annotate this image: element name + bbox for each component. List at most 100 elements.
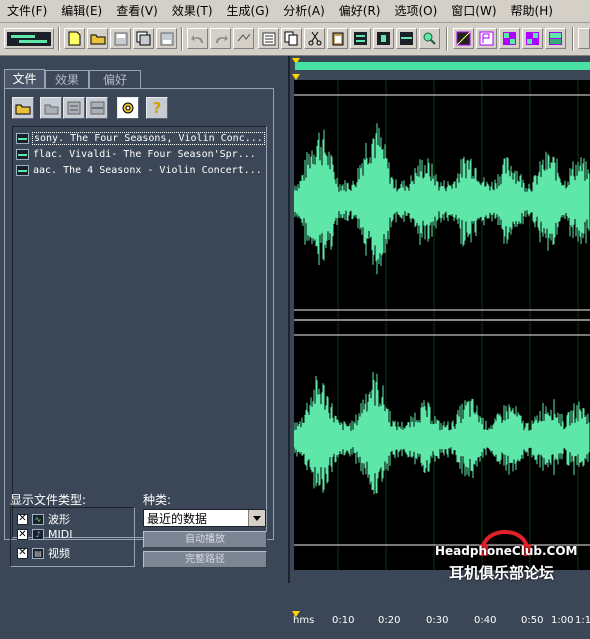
main-toolbar [0,23,590,56]
tab-effects[interactable]: 效果 [45,70,89,88]
import-button[interactable] [40,97,62,119]
marker-icon [479,31,494,46]
menu-window[interactable]: 窗口(W) [444,0,503,22]
mix-paste-button[interactable] [350,28,371,49]
magnify-icon [423,32,436,45]
undo-button[interactable] [187,28,208,49]
file-types-box: ✕ ∿ 波形 ✕ ♪ MIDI ✕ ▤ 视频 [10,507,135,567]
watermark-site: HeadphoneClub.COM [435,544,578,558]
kind-label: 种类: [143,493,172,507]
kind-select-value: 最近的数据 [147,511,208,526]
marker-button[interactable] [476,28,497,49]
silence-button[interactable] [396,28,417,49]
copy-icon [284,31,298,46]
envelope-button[interactable] [453,28,474,49]
filter-midi[interactable]: ✕ ♪ MIDI [17,528,72,541]
waveform-checkbox[interactable]: ✕ [17,513,28,525]
file-name: aac. The 4 Seasonx - Violin Concert... [33,164,262,176]
timeline-tick: 1:10 [575,615,590,626]
video-icon: ▤ [32,547,44,559]
scissors-icon [308,31,321,46]
auto-play-toggle[interactable] [117,97,139,119]
close-file-button[interactable] [63,97,85,119]
repeat-command-button[interactable] [233,28,254,49]
watermark: HeadphoneClub.COM 耳机俱乐部论坛 [435,520,590,583]
full-path-button[interactable]: 完整路径 [143,551,267,568]
file-types-label: 显示文件类型: [10,493,87,507]
organizer-panel: 文件 效果 偏好 ? sony. The Four Seasons, Violi… [0,56,290,583]
overview-bar[interactable] [295,62,590,70]
menu-generate[interactable]: 生成(G) [220,0,277,22]
help-button[interactable]: ? [146,97,168,119]
timeline-tick: 0:50 [521,615,544,626]
waveform-icon [16,132,29,144]
chevron-down-icon[interactable] [248,510,265,526]
timeline-ruler[interactable]: hms 0:10 0:20 0:30 0:40 0:50 1:00 1:10 [291,611,590,639]
import-icon [44,104,58,114]
spectral-view-button[interactable] [545,28,566,49]
redo-button[interactable] [210,28,231,49]
menu-file[interactable]: 文件(F) [0,0,54,22]
menu-view[interactable]: 查看(V) [109,0,165,22]
file-name: sony. The Four Seasons, Violin Conc... [32,131,265,145]
autoplay-button[interactable]: 自动播放 [143,531,267,548]
list-item[interactable]: flac. Vivaldi- The Four Season'Spr... [16,147,257,161]
grid-view-button[interactable] [499,28,520,49]
waveform-display[interactable] [293,80,590,570]
save-all-button[interactable] [133,28,154,49]
timeline-tick: 0:40 [474,615,497,626]
menu-edit[interactable]: 编辑(E) [54,0,109,22]
close-file-icon [67,101,81,115]
menu-analyze[interactable]: 分析(A) [276,0,332,22]
video-label: 视频 [48,547,70,560]
repeat-icon [237,33,250,41]
grid-icon [503,32,516,45]
open-folder-icon [90,34,105,45]
tab-favorites[interactable]: 偏好 [89,70,141,88]
waveform-area: hms 0:10 0:20 0:30 0:40 0:50 1:00 1:10 [291,56,590,639]
timeline-tick: 0:20 [378,615,401,626]
insert-into-multitrack-button[interactable] [86,97,108,119]
menu-effects[interactable]: 效果(T) [165,0,220,22]
grid-view-alt-button[interactable] [522,28,543,49]
menu-options[interactable]: 选项(O) [387,0,444,22]
trim-button[interactable] [373,28,394,49]
multitrack-view-button[interactable] [4,28,54,49]
toolbar-overflow-button[interactable] [578,28,590,49]
waveform-icon: ∿ [32,513,44,525]
waveform-canvas[interactable] [293,80,590,570]
grid-alt-icon [526,32,539,45]
tab-files[interactable]: 文件 [4,69,45,89]
cut-button[interactable] [304,28,325,49]
kind-select[interactable]: 最近的数据 [143,509,266,527]
menu-bar: 文件(F) 编辑(E) 查看(V) 效果(T) 生成(G) 分析(A) 偏好(R… [0,0,590,23]
list-item[interactable]: sony. The Four Seasons, Violin Conc... [16,131,265,145]
copy-button[interactable] [281,28,302,49]
menu-favorites[interactable]: 偏好(R) [332,0,388,22]
cue-list-button[interactable] [258,28,279,49]
midi-checkbox[interactable]: ✕ [17,529,28,540]
spectral-icon [549,32,562,45]
timeline-tick: 0:10 [332,615,355,626]
open-file-panel-button[interactable] [12,97,34,119]
question-mark-icon: ? [152,99,162,117]
save-selection-button[interactable] [156,28,177,49]
list-item[interactable]: aac. The 4 Seasonx - Violin Concert... [16,163,263,177]
zoom-to-selection-button[interactable] [419,28,440,49]
gear-icon [122,102,134,114]
save-all-icon [136,31,151,46]
video-checkbox[interactable]: ✕ [17,547,28,559]
timeline-tick: 0:30 [426,615,449,626]
watermark-caption: 耳机俱乐部论坛 [449,564,555,582]
toolbar-separator [446,27,448,51]
redo-icon [215,34,228,43]
toolbar-separator [181,27,183,51]
file-list[interactable]: sony. The Four Seasons, Violin Conc... f… [12,126,267,538]
paste-button[interactable] [327,28,348,49]
filter-video[interactable]: ✕ ▤ 视频 [17,545,70,561]
save-button[interactable] [110,28,131,49]
open-file-button[interactable] [87,28,108,49]
new-file-button[interactable] [64,28,85,49]
filter-waveform[interactable]: ✕ ∿ 波形 [17,511,70,527]
menu-help[interactable]: 帮助(H) [504,0,560,22]
